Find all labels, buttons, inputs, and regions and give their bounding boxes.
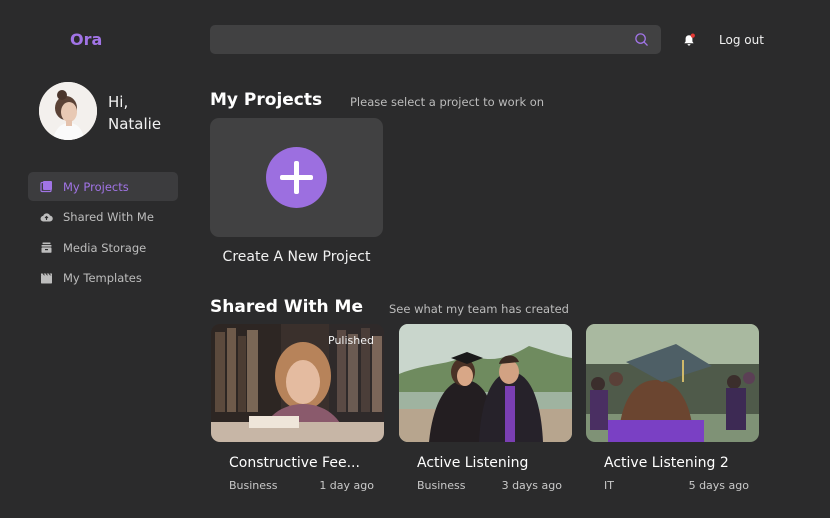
project-card[interactable]: Pulished Constructive Fee... Business 1 …	[211, 324, 384, 492]
project-timestamp: 5 days ago	[688, 479, 749, 492]
sidebar-item-my-templates[interactable]: My Templates	[28, 264, 178, 293]
logout-link[interactable]: Log out	[719, 33, 764, 47]
project-card[interactable]: Active Listening Business 3 days ago	[399, 324, 572, 492]
shared-with-me-subtitle: See what my team has created	[389, 302, 569, 316]
sidebar-item-media-storage[interactable]: Media Storage	[28, 233, 178, 262]
status-badge: Pulished	[328, 334, 374, 347]
project-title[interactable]: Active Listening 2	[604, 455, 729, 471]
search-bar[interactable]	[210, 25, 661, 54]
sidebar-nav: My Projects Shared With Me Media Storage…	[28, 172, 178, 294]
sidebar-item-shared-with-me[interactable]: Shared With Me	[28, 203, 178, 232]
project-card[interactable]: Active Listening 2 IT 5 days ago	[586, 324, 759, 492]
project-thumbnail[interactable]	[586, 324, 759, 442]
create-project-card[interactable]	[210, 118, 383, 237]
project-title[interactable]: Active Listening	[417, 455, 528, 471]
project-category: Business	[229, 479, 278, 492]
sidebar-item-my-projects[interactable]: My Projects	[28, 172, 178, 201]
sidebar-item-label: Media Storage	[63, 240, 147, 255]
shared-with-me-title: Shared With Me	[210, 297, 363, 317]
cloud-upload-icon	[40, 212, 53, 222]
sidebar-item-label: My Projects	[63, 179, 129, 194]
avatar[interactable]	[39, 82, 97, 140]
project-thumbnail[interactable]	[399, 324, 572, 442]
search-icon[interactable]	[634, 32, 649, 47]
greeting-hi: Hi,	[108, 93, 129, 111]
app-logo[interactable]: Ora	[70, 30, 102, 49]
project-category: IT	[604, 479, 614, 492]
sidebar-item-label: Shared With Me	[63, 210, 154, 225]
my-projects-title: My Projects	[210, 90, 323, 110]
project-timestamp: 3 days ago	[501, 479, 562, 492]
create-project-label[interactable]: Create A New Project	[210, 249, 383, 265]
film-icon	[41, 272, 52, 284]
folder-icon	[40, 181, 52, 193]
project-timestamp: 1 day ago	[319, 479, 374, 492]
sidebar-item-label: My Templates	[63, 271, 142, 286]
notification-bell-icon[interactable]	[682, 33, 696, 47]
project-thumbnail[interactable]: Pulished	[211, 324, 384, 442]
project-category: Business	[417, 479, 466, 492]
project-title[interactable]: Constructive Fee...	[229, 455, 360, 471]
my-projects-subtitle: Please select a project to work on	[350, 95, 545, 109]
archive-icon	[41, 242, 52, 253]
user-greeting: Hi, Natalie	[108, 91, 161, 135]
greeting-name: Natalie	[108, 115, 162, 133]
plus-icon[interactable]	[266, 147, 327, 208]
